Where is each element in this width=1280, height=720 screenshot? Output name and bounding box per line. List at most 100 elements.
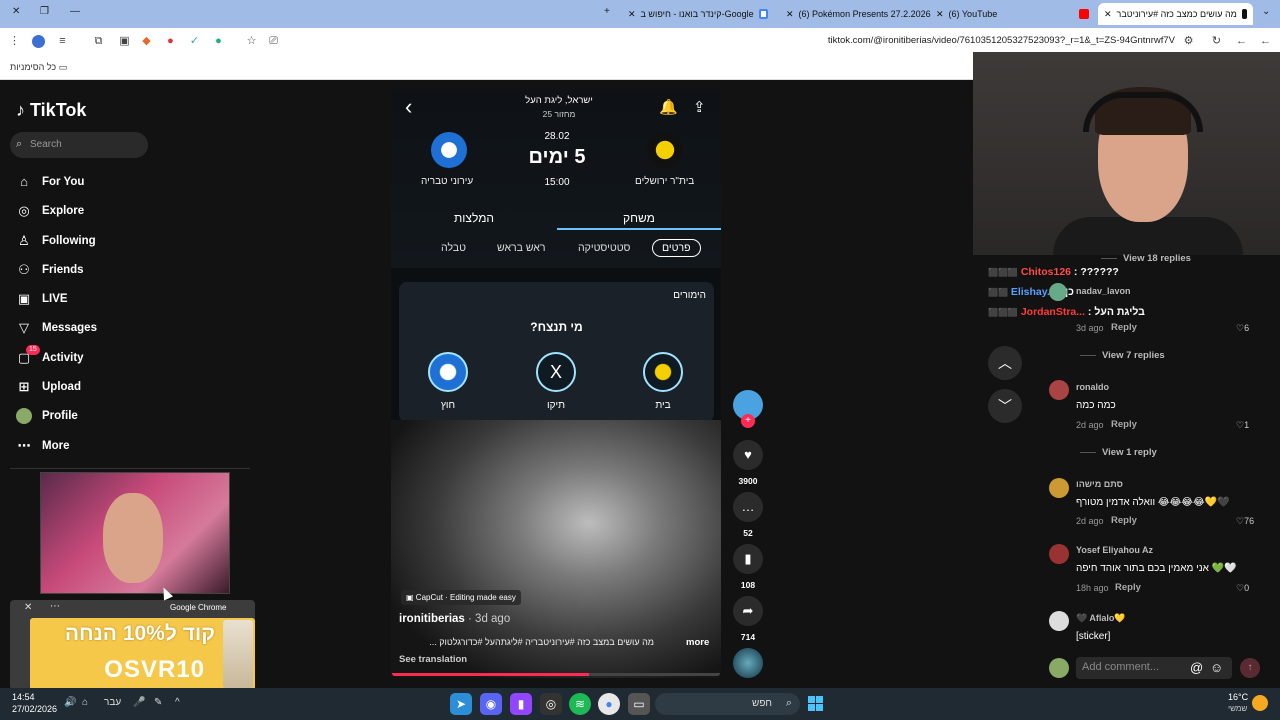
bell-icon[interactable]: 🔔 xyxy=(659,98,678,116)
ad-banner[interactable]: קוד ל10% הנחה OSVR10 xyxy=(30,618,255,690)
tab-game[interactable]: משחק xyxy=(623,211,655,225)
all-bookmarks[interactable]: כל הסימניות ▭ xyxy=(10,62,67,73)
comment-author[interactable]: סתם מישהו xyxy=(1076,479,1123,489)
comment-author[interactable]: ronaldo xyxy=(1076,382,1109,392)
sidebar-item-profile[interactable]: Profile xyxy=(16,408,78,424)
volume-icon[interactable]: 🔊 xyxy=(64,697,76,708)
bet-draw-button[interactable]: X xyxy=(536,352,576,392)
reply-button[interactable]: Reply xyxy=(1111,515,1137,526)
reply-button[interactable]: Reply xyxy=(1111,322,1137,333)
heart-icon[interactable]: ♥ xyxy=(733,440,763,470)
comment-input[interactable]: Add comment... xyxy=(1076,657,1232,679)
tab-recommendations[interactable]: המלצות xyxy=(454,211,494,225)
more-link[interactable]: more xyxy=(686,637,709,648)
site-info-icon[interactable]: ⚙ xyxy=(1182,35,1195,48)
extension-icon[interactable]: ● xyxy=(212,35,225,48)
subtab-head-to-head[interactable]: ראש בראש xyxy=(497,242,546,254)
tab-tiktok[interactable]: ✕ מה עושים כמצב כזה #עירוניטבר xyxy=(1098,3,1253,25)
comment-author[interactable]: nadav_lavon xyxy=(1076,286,1131,296)
comment-like[interactable]: ♡1 xyxy=(1236,420,1249,431)
back-icon[interactable]: ← xyxy=(1259,35,1272,48)
subtab-table[interactable]: טבלה xyxy=(441,242,466,254)
clock-date[interactable]: 27/02/2026 xyxy=(12,704,57,714)
share-icon[interactable]: ⇪ xyxy=(693,98,706,116)
subtab-details[interactable]: פרטים xyxy=(652,239,701,257)
share-action[interactable]: ➦ 714 xyxy=(733,596,763,642)
follow-plus-icon[interactable]: + xyxy=(741,414,755,428)
language-indicator[interactable]: עבר xyxy=(104,697,121,708)
save-action[interactable]: ▮ 108 xyxy=(733,544,763,590)
mic-icon[interactable]: 🎤 xyxy=(133,697,145,708)
menu-icon[interactable]: ⋮ xyxy=(8,35,21,48)
close-tab-icon[interactable]: ✕ xyxy=(1104,9,1112,20)
sidebar-item-more[interactable]: ⋯ More xyxy=(16,438,70,454)
profile-icon[interactable] xyxy=(32,35,45,48)
sidebar-item-live[interactable]: ▣ LIVE xyxy=(16,291,68,307)
tab-pokemon[interactable]: ✕ (6) Pokémon Presents 27.2.2026 xyxy=(786,3,934,25)
sidebar-item-messages[interactable]: ▽ Messages xyxy=(16,320,97,336)
bookmark-icon[interactable]: ▮ xyxy=(733,544,763,574)
new-tab-icon[interactable]: + xyxy=(604,6,610,17)
extension-icon[interactable]: ● xyxy=(164,35,177,48)
comment-author[interactable]: Yosef Eliyahou Az xyxy=(1076,545,1153,555)
extension-icon[interactable]: ▣ xyxy=(118,35,131,48)
weather-temp[interactable]: 16°C xyxy=(1228,692,1248,702)
chevron-up-icon[interactable]: ︿ xyxy=(988,346,1022,380)
restore-window-icon[interactable]: ❐ xyxy=(40,6,49,17)
video-player[interactable]: ‹ ישראל, ליגת העל מחזור 25 🔔 ⇪ עירוני טב… xyxy=(391,90,721,678)
view-replies-link[interactable]: View 1 reply xyxy=(1080,447,1157,458)
network-icon[interactable]: ⌂ xyxy=(82,697,88,708)
bet-home-button[interactable] xyxy=(643,352,683,392)
view-replies-link[interactable]: View 7 replies xyxy=(1080,350,1165,361)
author-name[interactable]: ironitiberias xyxy=(399,613,465,625)
emoji-icon[interactable]: ☺ xyxy=(1210,660,1223,675)
more-options-icon[interactable]: ⋯ xyxy=(50,601,60,612)
extensions-icon[interactable]: ⧉ xyxy=(92,35,105,48)
share-arrow-icon[interactable]: ➦ xyxy=(733,596,763,626)
tab-google-search[interactable]: ✕ קינדר בואנו - חיפוש ב-Google xyxy=(628,3,768,25)
close-tab-icon[interactable]: ✕ xyxy=(786,9,794,20)
tray-icon[interactable]: ✎ xyxy=(154,697,162,708)
discord-icon[interactable]: ◉ xyxy=(480,693,502,715)
view-replies-link[interactable]: View 18 replies xyxy=(1101,253,1191,264)
search-input[interactable]: ⌕ Search xyxy=(10,132,148,158)
sidebar-item-friends[interactable]: ⚇ Friends xyxy=(16,262,83,278)
weather-desc[interactable]: שמשי xyxy=(1228,704,1247,713)
clock-time[interactable]: 14:54 xyxy=(12,692,35,702)
chevron-down-icon[interactable]: ﹀ xyxy=(988,389,1022,423)
minimize-window-icon[interactable]: — xyxy=(70,6,80,17)
close-tab-icon[interactable]: ✕ xyxy=(628,9,636,20)
tiktok-logo[interactable]: ♪ TikTok xyxy=(16,100,86,121)
windows-start-icon[interactable] xyxy=(808,696,824,712)
reply-button[interactable]: Reply xyxy=(1115,582,1141,593)
like-action[interactable]: ♥ 3900 xyxy=(733,440,763,486)
chevron-left-icon[interactable]: ‹ xyxy=(405,94,412,120)
comment-action[interactable]: … 52 xyxy=(733,492,763,538)
sidebar-item-for-you[interactable]: ⌂ For You xyxy=(16,174,84,189)
close-window-icon[interactable]: ✕ xyxy=(12,6,20,17)
comment-icon[interactable]: … xyxy=(733,492,763,522)
comment-like[interactable]: ♡0 xyxy=(1236,583,1249,594)
mention-icon[interactable]: @ xyxy=(1190,660,1203,675)
obs-icon[interactable]: ◎ xyxy=(540,693,562,715)
reply-button[interactable]: Reply xyxy=(1111,419,1137,430)
taskbar-search[interactable]: חפש ⌕ xyxy=(655,693,800,715)
telegram-icon[interactable]: ➤ xyxy=(450,693,472,715)
send-icon[interactable]: ↑ xyxy=(1240,658,1260,678)
sun-icon[interactable] xyxy=(1252,695,1268,711)
address-bar[interactable]: tiktok.com/@ironitiberias/video/76103512… xyxy=(828,35,1175,46)
spotify-icon[interactable]: ≋ xyxy=(569,693,591,715)
sidebar-item-explore[interactable]: ◎ Explore xyxy=(16,203,84,219)
sidebar-item-upload[interactable]: ⊞ Upload xyxy=(16,379,81,395)
capcut-label[interactable]: ▣ CapCut · Editing made easy xyxy=(401,590,521,605)
extension-icon[interactable]: ✓ xyxy=(188,35,201,48)
cast-icon[interactable]: ⎚ xyxy=(267,35,280,48)
close-icon[interactable]: ✕ xyxy=(24,602,32,613)
comment-like[interactable]: ♡6 xyxy=(1236,323,1249,334)
comment-author[interactable]: 🖤 Aflalo💛 xyxy=(1076,613,1126,624)
extension-icon[interactable]: ≡ xyxy=(56,35,69,48)
file-explorer-icon[interactable]: ▭ xyxy=(628,693,650,715)
video-progress-bar[interactable] xyxy=(391,673,721,676)
extension-icon[interactable]: ◆ xyxy=(140,35,153,48)
comment-like[interactable]: ♡76 xyxy=(1236,516,1254,527)
